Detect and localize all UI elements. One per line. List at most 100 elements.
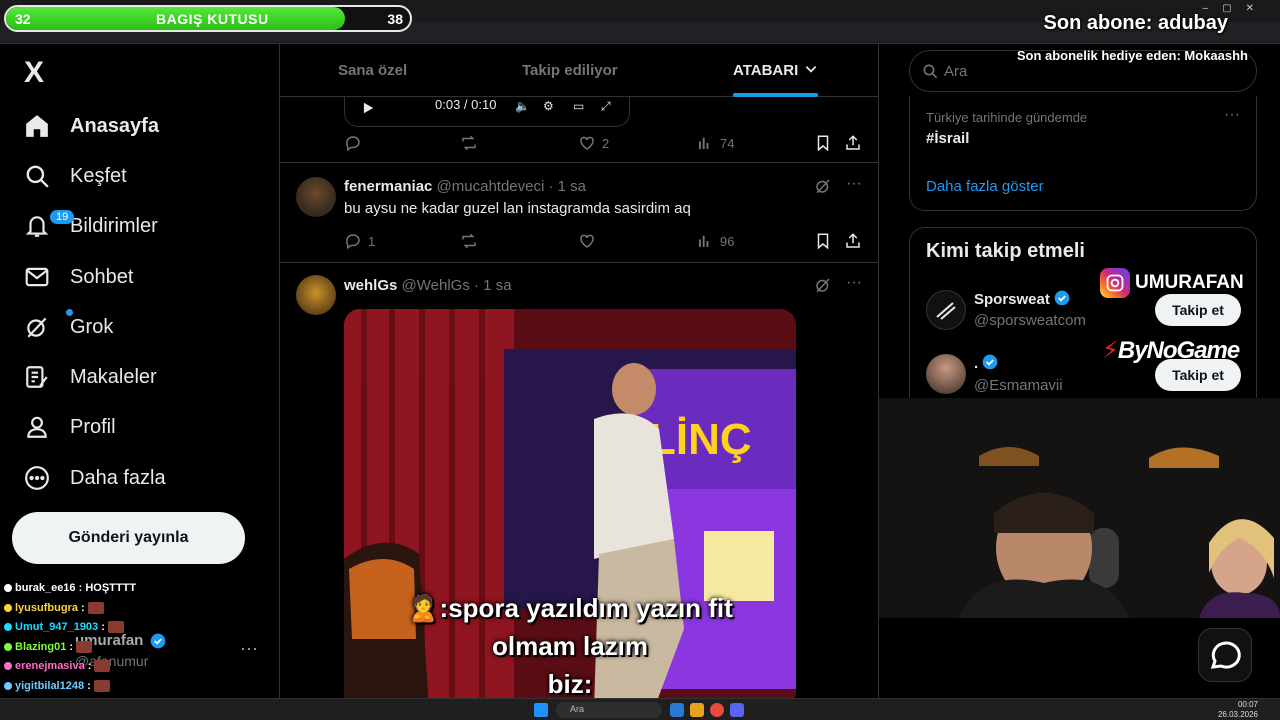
fullscreen-icon[interactable]: ⤢	[601, 99, 611, 114]
like-button[interactable]	[578, 232, 602, 250]
chrome-icon[interactable]	[710, 703, 724, 717]
taskbar-search[interactable]: Ara	[556, 702, 662, 718]
nav-label: Keşfet	[70, 164, 127, 187]
tab-list-atabari[interactable]: ATABARI	[733, 44, 819, 97]
tweet-partial[interactable]: 0:03 / 0:10 🔈 ⚙ ▭ ⤢ 2 74	[280, 97, 878, 163]
home-icon	[20, 109, 54, 143]
chat-text: :	[84, 679, 91, 692]
donation-current: 32	[15, 11, 31, 27]
more-circle-icon	[20, 461, 54, 495]
right-sidebar: Ara Türkiye tarihinde gündemde #İsrail ·…	[879, 44, 1280, 720]
more-dots-icon[interactable]: ···	[846, 274, 862, 292]
bookmark-icon	[817, 233, 829, 250]
suggested-user-name[interactable]: Sporsweat	[974, 290, 1070, 308]
more-dots-icon[interactable]: ···	[1224, 106, 1240, 124]
chat-username: burak_ee16	[15, 582, 76, 594]
share-button[interactable]	[844, 232, 868, 250]
play-icon[interactable]	[361, 101, 375, 120]
nav-label: Makaleler	[70, 365, 157, 388]
pip-icon[interactable]: ▭	[573, 99, 584, 113]
tweet-video[interactable]: LİNÇ 🙎:spora yazıldım yazın fit olmam la…	[344, 309, 796, 709]
share-icon	[846, 233, 860, 248]
grok-icon[interactable]	[814, 276, 832, 299]
chat-text: :	[77, 601, 85, 614]
nav-item-explore[interactable]: Keşfet	[20, 154, 127, 198]
last-subscriber-overlay: Son abone: adubay	[1043, 12, 1228, 34]
view-count: 96	[720, 233, 735, 249]
video-caption-line-2: olmam lazım	[491, 631, 649, 661]
repost-button[interactable]	[460, 134, 484, 152]
post-button[interactable]: Gönderi yayınla	[12, 512, 245, 564]
bookmark-button[interactable]	[814, 134, 838, 152]
webcam-feed-illustration	[879, 398, 1280, 618]
grok-icon[interactable]	[814, 177, 832, 200]
views-chart-icon	[699, 235, 709, 247]
tweet[interactable]: fenermaniac @mucahtdeveci · 1 sa ··· bu …	[280, 163, 878, 263]
chat-emote-icon	[107, 621, 124, 634]
more-dots-icon[interactable]: ···	[846, 175, 862, 193]
file-explorer-icon[interactable]	[690, 703, 704, 717]
chat-badge-icon	[4, 662, 12, 671]
tab-for-you[interactable]: Sana özel	[338, 44, 407, 97]
audio-player[interactable]: 0:03 / 0:10 🔈 ⚙ ▭ ⤢	[344, 97, 630, 127]
verified-badge-icon	[983, 354, 998, 370]
avatar[interactable]	[296, 275, 336, 315]
chat-badge-icon	[4, 623, 12, 632]
author-handle[interactable]: @WehlGs	[402, 277, 470, 294]
views-chart-icon	[699, 137, 709, 149]
sign-text: LİNÇ	[649, 415, 752, 464]
repost-button[interactable]	[460, 232, 484, 250]
nav-item-profile[interactable]: Profil	[20, 405, 116, 449]
show-more-link[interactable]: Daha fazla göster	[926, 178, 1044, 195]
donation-goal-bar: 32 BAGIŞ KUTUSU 38	[4, 5, 412, 32]
nav-item-grok[interactable]: Grok	[20, 305, 113, 349]
nav-item-messages[interactable]: Sohbet	[20, 255, 133, 299]
x-logo-icon[interactable]: X	[24, 56, 44, 90]
tweet-time[interactable]: · 1 sa	[474, 277, 512, 294]
nav-item-home[interactable]: Anasayfa	[20, 104, 159, 148]
trend-name[interactable]: #İsrail	[926, 130, 969, 147]
author-name[interactable]: wehlGs	[344, 277, 397, 294]
like-button[interactable]: 2	[578, 134, 609, 152]
chat-username: lyusufbugra	[15, 601, 78, 614]
reply-button[interactable]: 1	[344, 232, 375, 250]
tab-following[interactable]: Takip ediliyor	[522, 44, 618, 97]
bookmark-button[interactable]	[814, 232, 838, 250]
esmamavii-avatar[interactable]	[926, 354, 966, 394]
heart-icon	[580, 136, 594, 150]
chat-message: Blazing01 :	[4, 640, 93, 653]
author-handle[interactable]: @mucahtdeveci	[437, 178, 545, 195]
task-view-icon[interactable]	[670, 703, 684, 717]
volume-icon[interactable]: 🔈	[515, 99, 530, 113]
chat-text: :	[66, 640, 74, 653]
chat-bubble-icon[interactable]	[1198, 628, 1252, 682]
video-caption-line-3: biz:	[547, 669, 593, 699]
sporsweat-avatar[interactable]	[926, 290, 966, 330]
avatar[interactable]	[296, 177, 336, 217]
windows-start-icon[interactable]	[534, 703, 548, 717]
suggested-user-name[interactable]: .	[974, 354, 998, 372]
views-button[interactable]: 96	[696, 232, 734, 250]
discord-icon[interactable]	[730, 703, 744, 717]
chat-badge-icon	[4, 584, 12, 593]
timeline-tabs: Sana özel Takip ediliyor ATABARI	[280, 44, 878, 97]
share-button[interactable]	[844, 134, 868, 152]
grok-icon	[20, 310, 54, 344]
tweet-time[interactable]: · 1 sa	[549, 178, 587, 195]
views-button[interactable]: 74	[696, 134, 734, 152]
nav-item-more[interactable]: Daha fazla	[20, 456, 166, 500]
heart-icon	[580, 234, 594, 248]
reply-button[interactable]	[344, 134, 368, 152]
clock-date: 26.03.2026	[1217, 710, 1258, 719]
nav-label: Profil	[70, 415, 116, 438]
tweet-actions: 2 74	[344, 134, 864, 154]
follow-button[interactable]: Takip et	[1155, 294, 1241, 326]
reply-count: 1	[368, 233, 376, 249]
system-clock[interactable]: 00:07 26.03.2026	[1218, 700, 1258, 720]
settings-gear-icon[interactable]: ⚙	[543, 99, 554, 113]
nav-item-notifications[interactable]: 19 Bildirimler	[20, 204, 158, 248]
clock-time: 00:07	[1237, 700, 1258, 709]
author-name[interactable]: fenermaniac	[344, 178, 432, 195]
chat-emote-icon	[94, 660, 111, 673]
nav-item-articles[interactable]: Makaleler	[20, 355, 157, 399]
